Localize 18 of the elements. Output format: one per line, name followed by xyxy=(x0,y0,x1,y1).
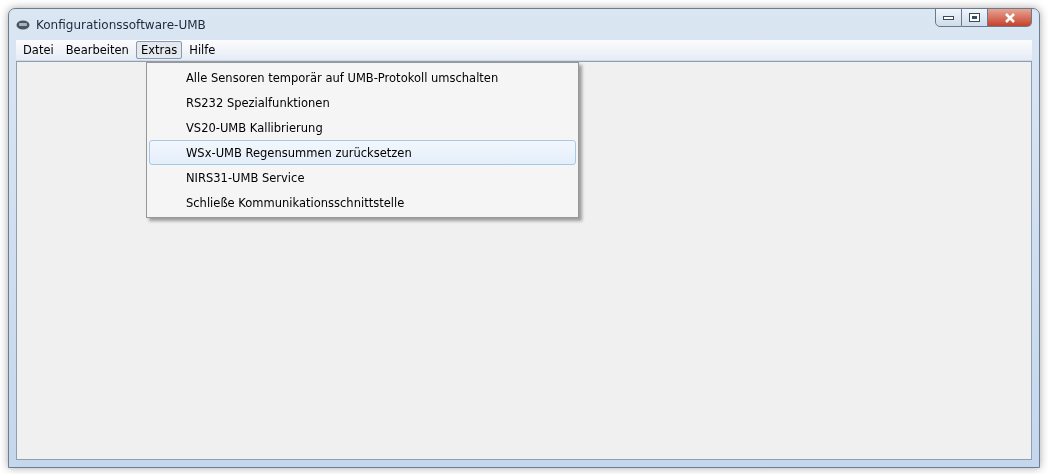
menu-item[interactable]: Datei xyxy=(18,41,59,59)
close-button[interactable] xyxy=(988,8,1032,27)
menu-item[interactable]: Bearbeiten xyxy=(60,41,134,59)
maximize-button[interactable] xyxy=(962,8,988,27)
app-icon xyxy=(16,19,30,30)
minimize-icon xyxy=(943,15,954,20)
maximize-icon xyxy=(969,13,980,22)
dropdown-item[interactable]: WSx-UMB Regensummen zurücksetzen xyxy=(149,140,576,165)
dropdown-item[interactable]: Alle Sensoren temporär auf UMB-Protokoll umschalten xyxy=(149,65,576,90)
menu-item[interactable]: Extras xyxy=(135,41,183,59)
close-icon xyxy=(1003,12,1016,23)
dropdown-item[interactable]: NIRS31-UMB Service xyxy=(149,165,576,190)
dropdown-item[interactable]: Schließe Kommunikationsschnittstelle xyxy=(149,190,576,215)
window-title: Konfigurationssoftware-UMB xyxy=(36,17,206,32)
dropdown-item[interactable]: VS20-UMB Kallibrierung xyxy=(149,115,576,140)
menu-item[interactable]: Hilfe xyxy=(184,41,221,59)
dropdown-item[interactable]: RS232 Spezialfunktionen xyxy=(149,90,576,115)
minimize-button[interactable] xyxy=(935,8,962,27)
